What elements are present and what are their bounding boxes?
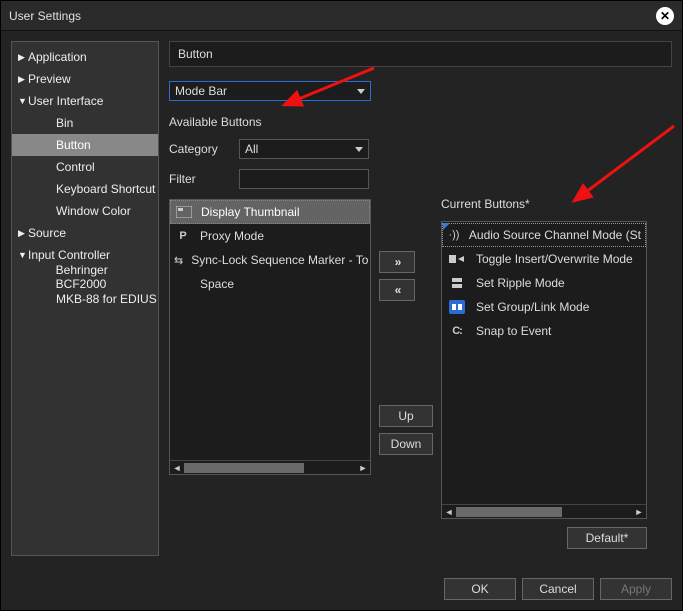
tree-collapsed-icon: ▶ <box>18 52 28 63</box>
current-buttons-list[interactable]: ·))Audio Source Channel Mode (St Toggle I… <box>441 221 647 519</box>
tree-collapsed-icon: ▶ <box>18 228 28 239</box>
sidebar-item-keyboard-shortcut[interactable]: Keyboard Shortcut <box>12 178 158 200</box>
group-icon <box>446 299 468 315</box>
sidebar-item-label: Input Controller <box>28 248 110 262</box>
sidebar-item-label: MKB-88 for EDIUS <box>56 292 157 306</box>
corner-mark-icon <box>443 223 450 230</box>
list-item-label: Display Thumbnail <box>201 205 300 219</box>
sidebar-item-label: Bin <box>56 116 73 130</box>
list-item-label: Audio Source Channel Mode (St <box>469 228 641 242</box>
list-item[interactable]: C: Snap to Event <box>442 319 646 343</box>
scroll-right-icon[interactable]: ► <box>356 461 370 475</box>
window-body: ▶Application▶Preview▼User InterfaceBinBu… <box>1 31 682 566</box>
sidebar-item-preview[interactable]: ▶Preview <box>12 68 158 90</box>
filter-label: Filter <box>169 172 239 186</box>
tree-collapsed-icon: ▶ <box>18 74 28 85</box>
window-title: User Settings <box>9 9 81 23</box>
sidebar-item-label: Behringer BCF2000 <box>56 263 158 291</box>
titlebar: User Settings ✕ <box>1 1 682 31</box>
dialog-footer: OK Cancel Apply <box>444 578 672 600</box>
thumbnail-icon <box>175 204 193 220</box>
sidebar-item-bin[interactable]: Bin <box>12 112 158 134</box>
section-header: Button <box>169 41 672 67</box>
list-item[interactable]: ⇆ Sync-Lock Sequence Marker - To <box>170 248 370 272</box>
move-buttons: » « Up Down <box>379 199 433 549</box>
sidebar-item-label: User Interface <box>28 94 103 108</box>
list-item[interactable]: P Proxy Mode <box>170 224 370 248</box>
sidebar-item-mkb-88-for-edius[interactable]: MKB-88 for EDIUS <box>12 288 158 310</box>
annotation-arrow-2 <box>559 121 679 211</box>
list-item-label: Proxy Mode <box>200 229 264 243</box>
filter-input[interactable] <box>239 169 369 189</box>
available-hscrollbar[interactable]: ◄ ► <box>170 460 370 474</box>
available-buttons-list[interactable]: Display Thumbnail P Proxy Mode ⇆ Sync-Lock S… <box>169 199 371 475</box>
list-item-label: Set Ripple Mode <box>476 276 565 290</box>
snap-icon: C: <box>446 323 468 339</box>
list-item[interactable]: Space <box>170 272 370 296</box>
sidebar-item-label: Control <box>56 160 95 174</box>
sidebar-item-label: Button <box>56 138 91 152</box>
category-label: Category <box>169 142 239 156</box>
tree-expanded-icon: ▼ <box>18 96 28 106</box>
sidebar-item-window-color[interactable]: Window Color <box>12 200 158 222</box>
mode-dropdown-value: Mode Bar <box>175 84 227 98</box>
sidebar-item-behringer-bcf2000[interactable]: Behringer BCF2000 <box>12 266 158 288</box>
sidebar: ▶Application▶Preview▼User InterfaceBinBu… <box>11 41 159 556</box>
proxy-icon: P <box>174 228 192 244</box>
category-value: All <box>245 142 258 156</box>
sidebar-item-application[interactable]: ▶Application <box>12 46 158 68</box>
list-item-label: Space <box>200 277 234 291</box>
scroll-left-icon[interactable]: ◄ <box>170 461 184 475</box>
ok-button[interactable]: OK <box>444 578 516 600</box>
sidebar-item-source[interactable]: ▶Source <box>12 222 158 244</box>
list-item[interactable]: ·))Audio Source Channel Mode (St <box>442 223 646 247</box>
list-item[interactable]: Set Ripple Mode <box>442 271 646 295</box>
move-right-button[interactable]: » <box>379 251 415 273</box>
default-button[interactable]: Default* <box>567 527 647 549</box>
apply-button[interactable]: Apply <box>600 578 672 600</box>
chevron-down-icon <box>355 147 363 152</box>
scroll-left-icon[interactable]: ◄ <box>442 505 456 519</box>
sidebar-item-label: Source <box>28 226 66 240</box>
cancel-button[interactable]: Cancel <box>522 578 594 600</box>
ripple-icon <box>446 275 468 291</box>
annotation-arrow-1 <box>269 63 379 113</box>
sidebar-item-label: Keyboard Shortcut <box>56 182 155 196</box>
list-item-label: Toggle Insert/Overwrite Mode <box>476 252 633 266</box>
toggle-icon <box>446 251 468 267</box>
blank-icon <box>174 276 192 292</box>
sidebar-item-label: Preview <box>28 72 71 86</box>
user-settings-window: User Settings ✕ ▶Application▶Preview▼Use… <box>0 0 683 611</box>
list-item-label: Snap to Event <box>476 324 551 338</box>
sync-icon: ⇆ <box>174 252 183 268</box>
list-item-label: Sync-Lock Sequence Marker - To <box>191 253 368 267</box>
move-left-button[interactable]: « <box>379 279 415 301</box>
current-hscrollbar[interactable]: ◄ ► <box>442 504 646 518</box>
sidebar-item-label: Window Color <box>56 204 131 218</box>
sidebar-item-control[interactable]: Control <box>12 156 158 178</box>
sidebar-item-label: Application <box>28 50 87 64</box>
list-item[interactable]: Display Thumbnail <box>170 200 370 224</box>
category-dropdown[interactable]: All <box>239 139 369 159</box>
list-item[interactable]: Toggle Insert/Overwrite Mode <box>442 247 646 271</box>
move-down-button[interactable]: Down <box>379 433 433 455</box>
main-panel: Button Mode Bar Available Buttons Catego… <box>169 41 672 556</box>
list-item-label: Set Group/Link Mode <box>476 300 589 314</box>
scroll-right-icon[interactable]: ► <box>632 505 646 519</box>
sidebar-item-user-interface[interactable]: ▼User Interface <box>12 90 158 112</box>
close-button[interactable]: ✕ <box>656 7 674 25</box>
list-item[interactable]: Set Group/Link Mode <box>442 295 646 319</box>
tree-expanded-icon: ▼ <box>18 250 28 260</box>
move-up-button[interactable]: Up <box>379 405 433 427</box>
sidebar-item-button[interactable]: Button <box>12 134 158 156</box>
